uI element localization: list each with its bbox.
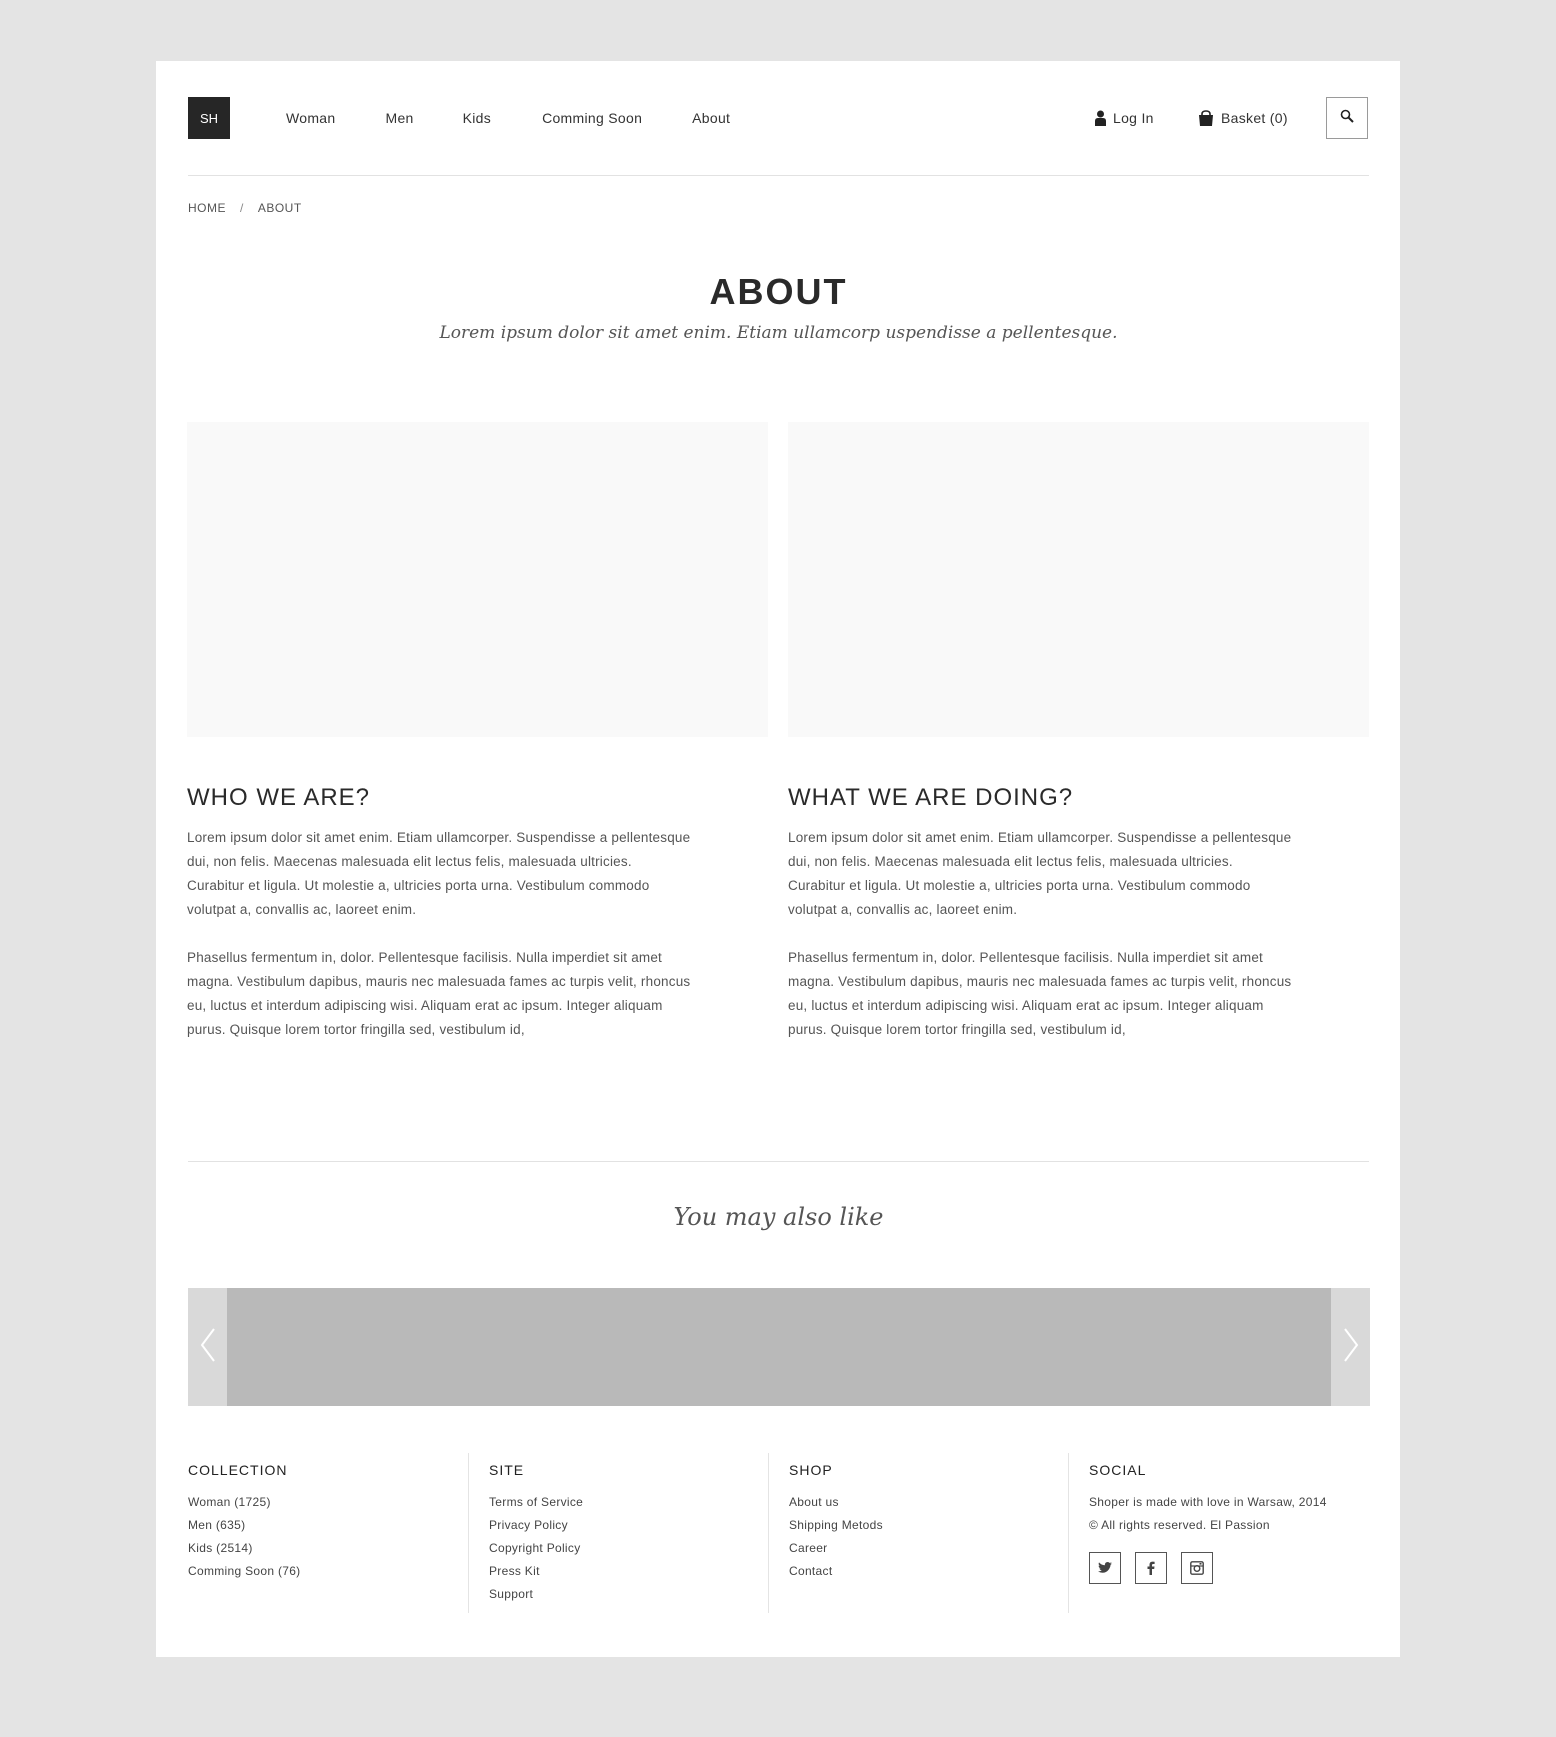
facebook-icon[interactable] (1135, 1552, 1167, 1584)
page-container: SH Woman Men Kids Comming Soon About Log… (156, 61, 1400, 1657)
footer-link[interactable]: Contact (789, 1560, 883, 1583)
section-paragraph: Phasellus fermentum in, dolor. Pellentes… (187, 950, 691, 1037)
footer-link[interactable]: About us (789, 1491, 883, 1514)
basket-link[interactable]: Basket (0) (1198, 97, 1288, 139)
main-nav: Woman Men Kids Comming Soon About (286, 97, 780, 139)
chevron-left-icon (200, 1327, 216, 1367)
footer-link[interactable]: Career (789, 1537, 883, 1560)
also-like-title: You may also like (673, 1203, 884, 1231)
section-heading: WHO WE ARE? (187, 784, 371, 811)
section-what-we-do: WHAT WE ARE DOING? Lorem ipsum dolor sit… (788, 784, 1369, 1042)
logo[interactable]: SH (188, 97, 230, 139)
nav-item-men[interactable]: Men (385, 110, 413, 126)
image-placeholder-right (788, 422, 1369, 737)
footer-social-text: Shoper is made with love in Warsaw, 2014… (1089, 1495, 1327, 1532)
footer-link[interactable]: Copyright Policy (489, 1537, 583, 1560)
footer-link[interactable]: Kids (2514) (188, 1537, 300, 1560)
search-icon (1340, 109, 1354, 128)
login-label: Log In (1113, 110, 1154, 126)
footer-shop: SHOP About us Shipping Metods Career Con… (768, 1453, 883, 1613)
footer-link[interactable]: Support (489, 1583, 583, 1606)
search-button[interactable] (1326, 97, 1368, 139)
breadcrumb-home[interactable]: HOME (188, 201, 226, 215)
footer-collection: COLLECTION Woman (1725) Men (635) Kids (… (188, 1453, 300, 1613)
header-divider (188, 175, 1369, 176)
login-link[interactable]: Log In (1095, 97, 1154, 139)
breadcrumb-separator: / (240, 201, 244, 215)
section-paragraph: Phasellus fermentum in, dolor. Pellentes… (788, 950, 1292, 1037)
footer-heading: SITE (489, 1462, 525, 1478)
footer-link[interactable]: Comming Soon (76) (188, 1560, 300, 1583)
footer-site: SITE Terms of Service Privacy Policy Cop… (468, 1453, 583, 1613)
footer-link[interactable]: Shipping Metods (789, 1514, 883, 1537)
footer-link[interactable]: Press Kit (489, 1560, 583, 1583)
footer-heading: COLLECTION (188, 1462, 288, 1478)
nav-item-woman[interactable]: Woman (286, 110, 335, 126)
content-divider (188, 1161, 1369, 1162)
section-who-we-are: WHO WE ARE? Lorem ipsum dolor sit amet e… (187, 784, 768, 1042)
section-heading: WHAT WE ARE DOING? (788, 784, 1074, 811)
carousel-track (227, 1288, 1331, 1406)
chevron-right-icon (1343, 1327, 1359, 1367)
footer-heading: SHOP (789, 1462, 833, 1478)
footer-social: SOCIAL Shoper is made with love in Warsa… (1068, 1453, 1329, 1613)
shopping-bag-icon (1198, 110, 1214, 126)
section-paragraph: Lorem ipsum dolor sit amet enim. Etiam u… (187, 830, 691, 917)
breadcrumb: HOME / ABOUT (188, 201, 302, 215)
product-carousel (188, 1288, 1370, 1406)
footer-link[interactable]: Privacy Policy (489, 1514, 583, 1537)
page-subtitle: Lorem ipsum dolor sit amet enim. Etiam u… (439, 323, 1118, 343)
site-footer: COLLECTION Woman (1725) Men (635) Kids (… (188, 1453, 1369, 1613)
footer-link[interactable]: Woman (1725) (188, 1491, 300, 1514)
breadcrumb-current: ABOUT (257, 201, 302, 215)
section-paragraph: Lorem ipsum dolor sit amet enim. Etiam u… (788, 830, 1292, 917)
footer-heading: SOCIAL (1089, 1462, 1147, 1478)
footer-link[interactable]: Men (635) (188, 1514, 300, 1537)
basket-label: Basket (0) (1221, 110, 1288, 126)
image-placeholder-left (187, 422, 768, 737)
nav-item-kids[interactable]: Kids (463, 110, 491, 126)
user-icon (1095, 110, 1106, 126)
carousel-prev-button[interactable] (188, 1288, 227, 1406)
instagram-icon[interactable] (1181, 1552, 1213, 1584)
twitter-icon[interactable] (1089, 1552, 1121, 1584)
footer-link[interactable]: Terms of Service (489, 1491, 583, 1514)
nav-item-about[interactable]: About (692, 110, 730, 126)
site-header: SH Woman Men Kids Comming Soon About Log… (188, 97, 1369, 139)
page-title: ABOUT (709, 271, 848, 312)
social-icons (1089, 1552, 1329, 1584)
nav-item-comming-soon[interactable]: Comming Soon (542, 110, 642, 126)
carousel-next-button[interactable] (1331, 1288, 1370, 1406)
